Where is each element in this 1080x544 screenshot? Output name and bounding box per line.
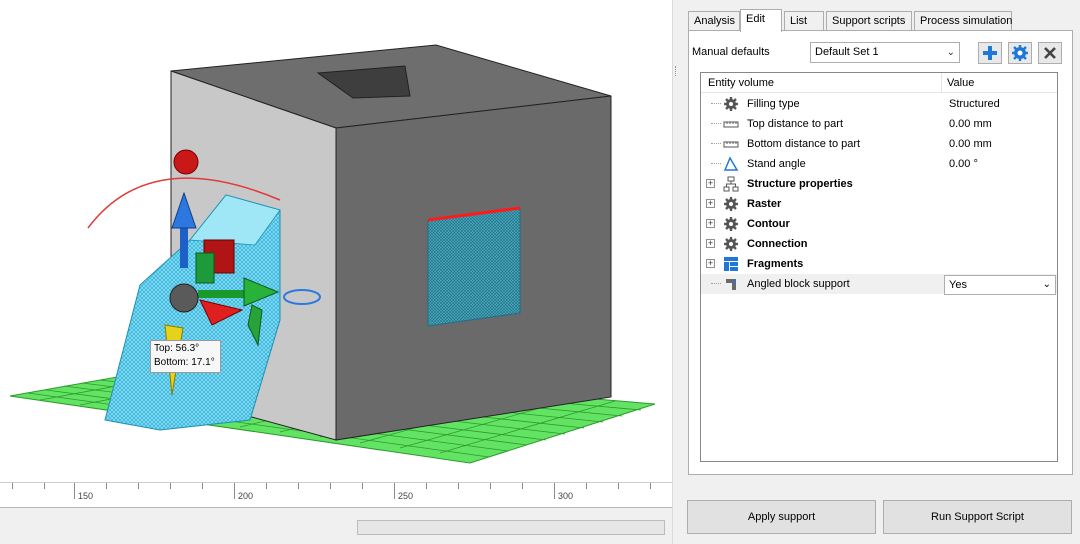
gear-icon <box>724 97 738 111</box>
horizontal-ruler: 150 200 250 300 <box>0 482 672 508</box>
tooltip-top-angle: Top: 56.3° <box>154 343 200 354</box>
gear-icon <box>724 237 738 251</box>
tree-row-bottom-distance[interactable]: Bottom distance to part 0.00 mm <box>701 134 1057 154</box>
tab-list[interactable]: List <box>784 11 824 31</box>
delete-default-button[interactable] <box>1038 42 1062 64</box>
tree-row-label: Raster <box>747 198 782 210</box>
angled-block-support-dropdown[interactable]: Yes ⌄ <box>944 275 1056 295</box>
tree-row-value: 0.00 mm <box>949 138 992 150</box>
tab-edit[interactable]: Edit <box>740 9 782 32</box>
tree-row-filling-type[interactable]: Filling type Structured <box>701 94 1057 114</box>
ruler-label: 150 <box>78 491 94 501</box>
tree-row-label: Connection <box>747 238 808 250</box>
status-bar <box>0 508 672 544</box>
rotation-handle[interactable] <box>173 149 199 175</box>
apply-support-button[interactable]: Apply support <box>687 500 876 534</box>
tree-row-label: Fragments <box>747 258 804 270</box>
tree-row-label: Contour <box>747 218 790 230</box>
column-entity-volume[interactable]: Entity volume <box>708 77 774 89</box>
fragments-icon <box>724 257 738 271</box>
tooltip-bottom-angle: Bottom: 17.1° <box>154 357 215 368</box>
ruler-label: 250 <box>398 491 414 501</box>
tree-row-value: 0.00 ° <box>949 158 978 170</box>
tree-row-structure-properties[interactable]: + Structure properties <box>701 174 1057 194</box>
tree-row-raster[interactable]: + Raster <box>701 194 1057 214</box>
property-tree[interactable]: Entity volume Value Filling type Structu… <box>700 72 1058 462</box>
app-window: Top: 56.3° Bottom: 17.1° 150 200 250 300 <box>0 0 1080 544</box>
progress-bar <box>357 520 665 535</box>
tree-row-label: Structure properties <box>747 178 853 190</box>
column-value[interactable]: Value <box>947 77 974 89</box>
tree-row-value: Structured <box>949 98 1000 110</box>
expand-icon[interactable]: + <box>706 199 715 208</box>
angled-block-icon <box>726 279 736 290</box>
dropdown-selected-value: Yes <box>949 279 967 291</box>
expand-icon[interactable]: + <box>706 179 715 188</box>
hierarchy-icon <box>723 176 739 192</box>
gear-icon <box>724 217 738 231</box>
gear-icon <box>1012 45 1028 61</box>
ruler-label: 300 <box>558 491 574 501</box>
ruler-icon <box>723 121 739 128</box>
tree-row-angled-block-support[interactable]: Angled block support Yes ⌄ <box>701 274 1057 295</box>
defaults-settings-button[interactable] <box>1008 42 1032 64</box>
gear-icon <box>724 197 738 211</box>
ruler-icon <box>723 141 739 148</box>
panel-splitter[interactable] <box>672 0 680 544</box>
tree-header: Entity volume Value <box>701 73 1057 93</box>
defaults-selected-value: Default Set 1 <box>815 46 879 58</box>
tab-support-scripts[interactable]: Support scripts <box>826 11 912 31</box>
tree-row-stand-angle[interactable]: Stand angle 0.00 ° <box>701 154 1057 174</box>
close-icon <box>1044 47 1056 59</box>
expand-icon[interactable]: + <box>706 259 715 268</box>
run-support-script-button[interactable]: Run Support Script <box>883 500 1072 534</box>
defaults-dropdown[interactable]: Default Set 1 ⌄ <box>810 42 960 63</box>
splitter-grip[interactable] <box>675 66 678 76</box>
tree-row-label: Angled block support <box>747 278 850 290</box>
chevron-down-icon: ⌄ <box>946 47 955 58</box>
tree-row-label: Bottom distance to part <box>747 138 861 150</box>
expand-icon[interactable]: + <box>706 239 715 248</box>
tab-analysis[interactable]: Analysis <box>688 11 740 31</box>
manual-defaults-label: Manual defaults <box>692 46 770 58</box>
tree-row-label: Stand angle <box>747 158 806 170</box>
tab-process-simulation[interactable]: Process simulation <box>914 11 1012 31</box>
tree-row-fragments[interactable]: + Fragments <box>701 254 1057 274</box>
manual-defaults-row: Manual defaults Default Set 1 ⌄ <box>692 42 1072 66</box>
tree-row-label: Filling type <box>747 98 800 110</box>
ruler-label: 200 <box>238 491 254 501</box>
chevron-down-icon: ⌄ <box>1042 279 1051 290</box>
scene-graphic <box>9 44 656 464</box>
tree-row-contour[interactable]: + Contour <box>701 214 1057 234</box>
3d-viewport[interactable]: Top: 56.3° Bottom: 17.1° <box>0 0 672 482</box>
angle-icon <box>723 156 739 171</box>
add-default-button[interactable] <box>978 42 1002 64</box>
tree-row-top-distance[interactable]: Top distance to part 0.00 mm <box>701 114 1057 134</box>
expand-icon[interactable]: + <box>706 219 715 228</box>
tree-row-label: Top distance to part <box>747 118 844 130</box>
column-divider[interactable] <box>941 73 942 93</box>
tree-row-value: 0.00 mm <box>949 118 992 130</box>
tree-row-connection[interactable]: + Connection <box>701 234 1057 254</box>
plus-icon <box>983 46 997 60</box>
angle-tooltip: Top: 56.3° Bottom: 17.1° <box>150 340 221 373</box>
